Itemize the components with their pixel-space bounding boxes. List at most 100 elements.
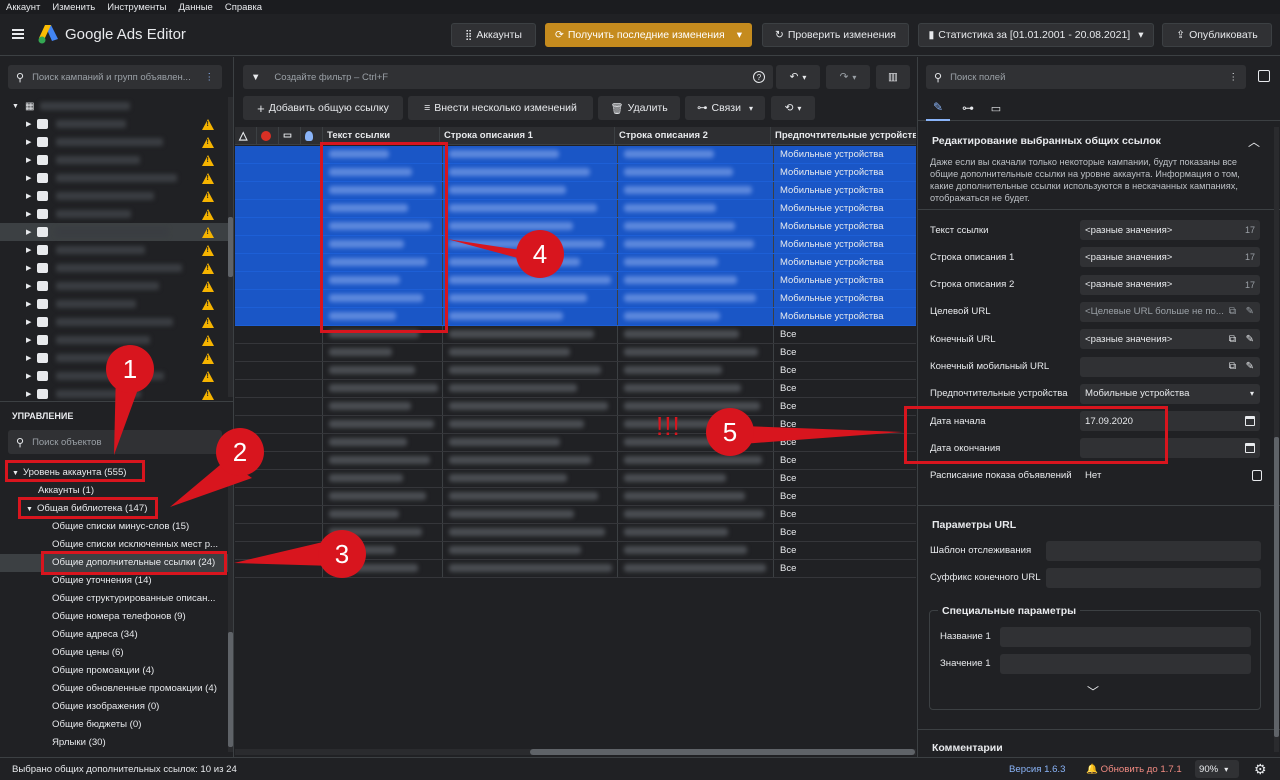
table-row[interactable]: Все xyxy=(235,362,916,380)
caret-right-icon[interactable]: ▶ xyxy=(26,156,31,164)
caret-right-icon[interactable]: ▶ xyxy=(26,228,31,236)
table-row[interactable]: Все xyxy=(235,344,916,362)
tree-item-addresses[interactable]: Общие адреса (34) xyxy=(52,629,138,640)
col-devices[interactable]: Предпочтительные устройства xyxy=(771,127,916,144)
accounts-button[interactable]: ⣿ Аккаунты xyxy=(451,23,536,47)
tree-item-images[interactable]: Общие изображения (0) xyxy=(52,701,159,712)
caret-right-icon[interactable]: ▶ xyxy=(26,282,31,290)
property-field[interactable]: <разные значения> ⧉ ✎ xyxy=(1080,329,1260,350)
tree-item-promotions[interactable]: Общие промоакции (4) xyxy=(52,665,154,676)
hamburger-icon[interactable] xyxy=(12,29,24,39)
col-comment[interactable]: ▭ xyxy=(279,127,301,144)
final-url-suffix-field[interactable] xyxy=(1046,568,1261,588)
clipboard-icon[interactable] xyxy=(1252,470,1262,482)
chevron-down-icon[interactable]: ▾ xyxy=(737,29,742,41)
caret-right-icon[interactable]: ▶ xyxy=(26,318,31,326)
tree-item-structured-snippets[interactable]: Общие структурированные описан... xyxy=(52,593,215,604)
caret-right-icon[interactable]: ▶ xyxy=(26,138,31,146)
right-scrollbar[interactable] xyxy=(1274,127,1279,752)
fields-search-input[interactable]: ⚲ Поиск полей ⋮ xyxy=(926,65,1246,89)
open-link-icon[interactable]: ⧉ xyxy=(1229,334,1236,345)
version-link[interactable]: Версия 1.6.3 xyxy=(1009,764,1065,775)
chevron-down-icon[interactable]: ▾ xyxy=(1250,389,1254,398)
menu-edit[interactable]: Изменить xyxy=(52,2,95,13)
property-field[interactable]: <разные значения> 17 xyxy=(1080,220,1260,240)
caret-right-icon[interactable]: ▶ xyxy=(26,120,31,128)
more-vert-icon[interactable]: ⋮ xyxy=(205,72,215,83)
table-row[interactable]: Все xyxy=(235,452,916,470)
col-desc2[interactable]: Строка описания 2 xyxy=(615,127,771,144)
tree-root[interactable]: ▼ ▦ xyxy=(0,97,228,115)
undo-button[interactable]: ↶ ▾ xyxy=(776,65,820,89)
property-field[interactable]: <Целевые URL больше не по... ⧉ ✎ xyxy=(1080,301,1260,322)
get-changes-button[interactable]: ⟳ Получить последние изменения ▾ xyxy=(545,23,752,47)
zoom-select[interactable]: 90% ▾ xyxy=(1195,760,1239,778)
tab-links[interactable]: ⊶ xyxy=(956,95,980,121)
management-scrollbar[interactable] xyxy=(228,462,233,752)
tree-campaign-row[interactable]: ▶ xyxy=(0,115,228,133)
expand-chevron-icon[interactable]: ﹀ xyxy=(1087,683,1099,700)
tree-scrollbar[interactable] xyxy=(228,97,233,397)
caret-right-icon[interactable]: ▶ xyxy=(26,174,31,182)
tab-edit[interactable]: ✎ xyxy=(926,95,950,121)
caret-right-icon[interactable]: ▶ xyxy=(26,390,31,398)
calendar-icon[interactable] xyxy=(1245,416,1255,427)
open-link-icon[interactable]: ⧉ xyxy=(1229,361,1236,372)
delete-button[interactable]: 🗑 Удалить xyxy=(598,96,680,120)
tab-comments[interactable]: ▭ xyxy=(984,95,1008,121)
property-field[interactable]: ⧉ ✎ xyxy=(1080,356,1260,377)
caret-right-icon[interactable]: ▶ xyxy=(26,192,31,200)
tree-campaign-row[interactable]: ▶ xyxy=(0,169,228,187)
caret-right-icon[interactable]: ▶ xyxy=(26,354,31,362)
tree-campaign-row[interactable]: ▶ xyxy=(0,331,228,349)
table-row[interactable]: Все xyxy=(235,380,916,398)
campaign-search-input[interactable]: ⚲ Поиск кампаний и групп объявлен... ⋮ xyxy=(8,65,222,89)
objects-search-input[interactable]: ⚲ Поиск объектов xyxy=(8,430,222,454)
filter-input[interactable]: ▼ Создайте фильтр – Ctrl+F ? xyxy=(243,65,773,89)
tree-campaign-row[interactable]: ▶ xyxy=(0,313,228,331)
tree-campaign-row[interactable]: ▶ xyxy=(0,223,228,241)
menu-tools[interactable]: Инструменты xyxy=(107,2,166,13)
pencil-icon[interactable]: ✎ xyxy=(1246,361,1254,372)
chevron-up-icon[interactable]: ︿ xyxy=(1248,133,1260,150)
tree-item-labels[interactable]: Ярлыки (30) xyxy=(52,737,106,748)
value1-field[interactable] xyxy=(1000,654,1251,674)
name1-field[interactable] xyxy=(1000,627,1251,647)
tree-campaign-row[interactable]: ▶ xyxy=(0,205,228,223)
menu-account[interactable]: Аккаунт xyxy=(6,2,40,13)
tree-campaign-row[interactable]: ▶ xyxy=(0,277,228,295)
table-row[interactable]: Все xyxy=(235,416,916,434)
tree-item-excluded-placements[interactable]: Общие списки исключенных мест р... xyxy=(52,539,218,550)
bulk-changes-button[interactable]: ≡ Внести несколько изменений xyxy=(408,96,593,120)
help-icon[interactable]: ? xyxy=(753,71,765,83)
property-field[interactable]: <разные значения> 17 xyxy=(1080,247,1260,268)
caret-right-icon[interactable]: ▶ xyxy=(26,300,31,308)
menu-data[interactable]: Данные xyxy=(179,2,213,13)
col-error[interactable] xyxy=(257,127,279,144)
add-shared-link-button[interactable]: + Добавить общую ссылку xyxy=(243,96,403,120)
tree-item-phone-numbers[interactable]: Общие номера телефонов (9) xyxy=(52,611,186,622)
open-link-icon[interactable]: ⧉ xyxy=(1229,306,1236,317)
publish-button[interactable]: ⇪ Опубликовать xyxy=(1162,23,1272,47)
caret-right-icon[interactable]: ▶ xyxy=(26,264,31,272)
table-row[interactable]: Все xyxy=(235,398,916,416)
col-desc1[interactable]: Строка описания 1 xyxy=(440,127,615,144)
caret-right-icon[interactable]: ▶ xyxy=(26,210,31,218)
property-field[interactable]: <разные значения> 17 xyxy=(1080,274,1260,295)
menu-help[interactable]: Справка xyxy=(225,2,262,13)
caret-right-icon[interactable]: ▶ xyxy=(26,372,31,380)
tree-campaign-row[interactable]: ▶ xyxy=(0,187,228,205)
caret-right-icon[interactable]: ▶ xyxy=(26,336,31,344)
tree-campaign-row[interactable]: ▶ xyxy=(0,259,228,277)
calendar-icon[interactable] xyxy=(1245,443,1255,454)
table-row[interactable]: Все xyxy=(235,488,916,506)
statistics-button[interactable]: ▮ Статистика за [01.01.2001 - 20.08.2021… xyxy=(918,23,1154,47)
tree-item-accounts[interactable]: Аккаунты (1) xyxy=(38,485,94,496)
tree-campaign-row[interactable]: ▶ xyxy=(0,241,228,259)
tree-item-prices[interactable]: Общие цены (6) xyxy=(52,647,124,658)
tree-item-negative-keywords[interactable]: Общие списки минус-слов (15) xyxy=(52,521,189,532)
tree-item-budgets[interactable]: Общие бюджеты (0) xyxy=(52,719,141,730)
tree-campaign-row[interactable]: ▶ xyxy=(0,151,228,169)
links-button[interactable]: ⊶ Связи ▾ xyxy=(685,96,765,120)
tree-campaign-row[interactable]: ▶ xyxy=(0,295,228,313)
